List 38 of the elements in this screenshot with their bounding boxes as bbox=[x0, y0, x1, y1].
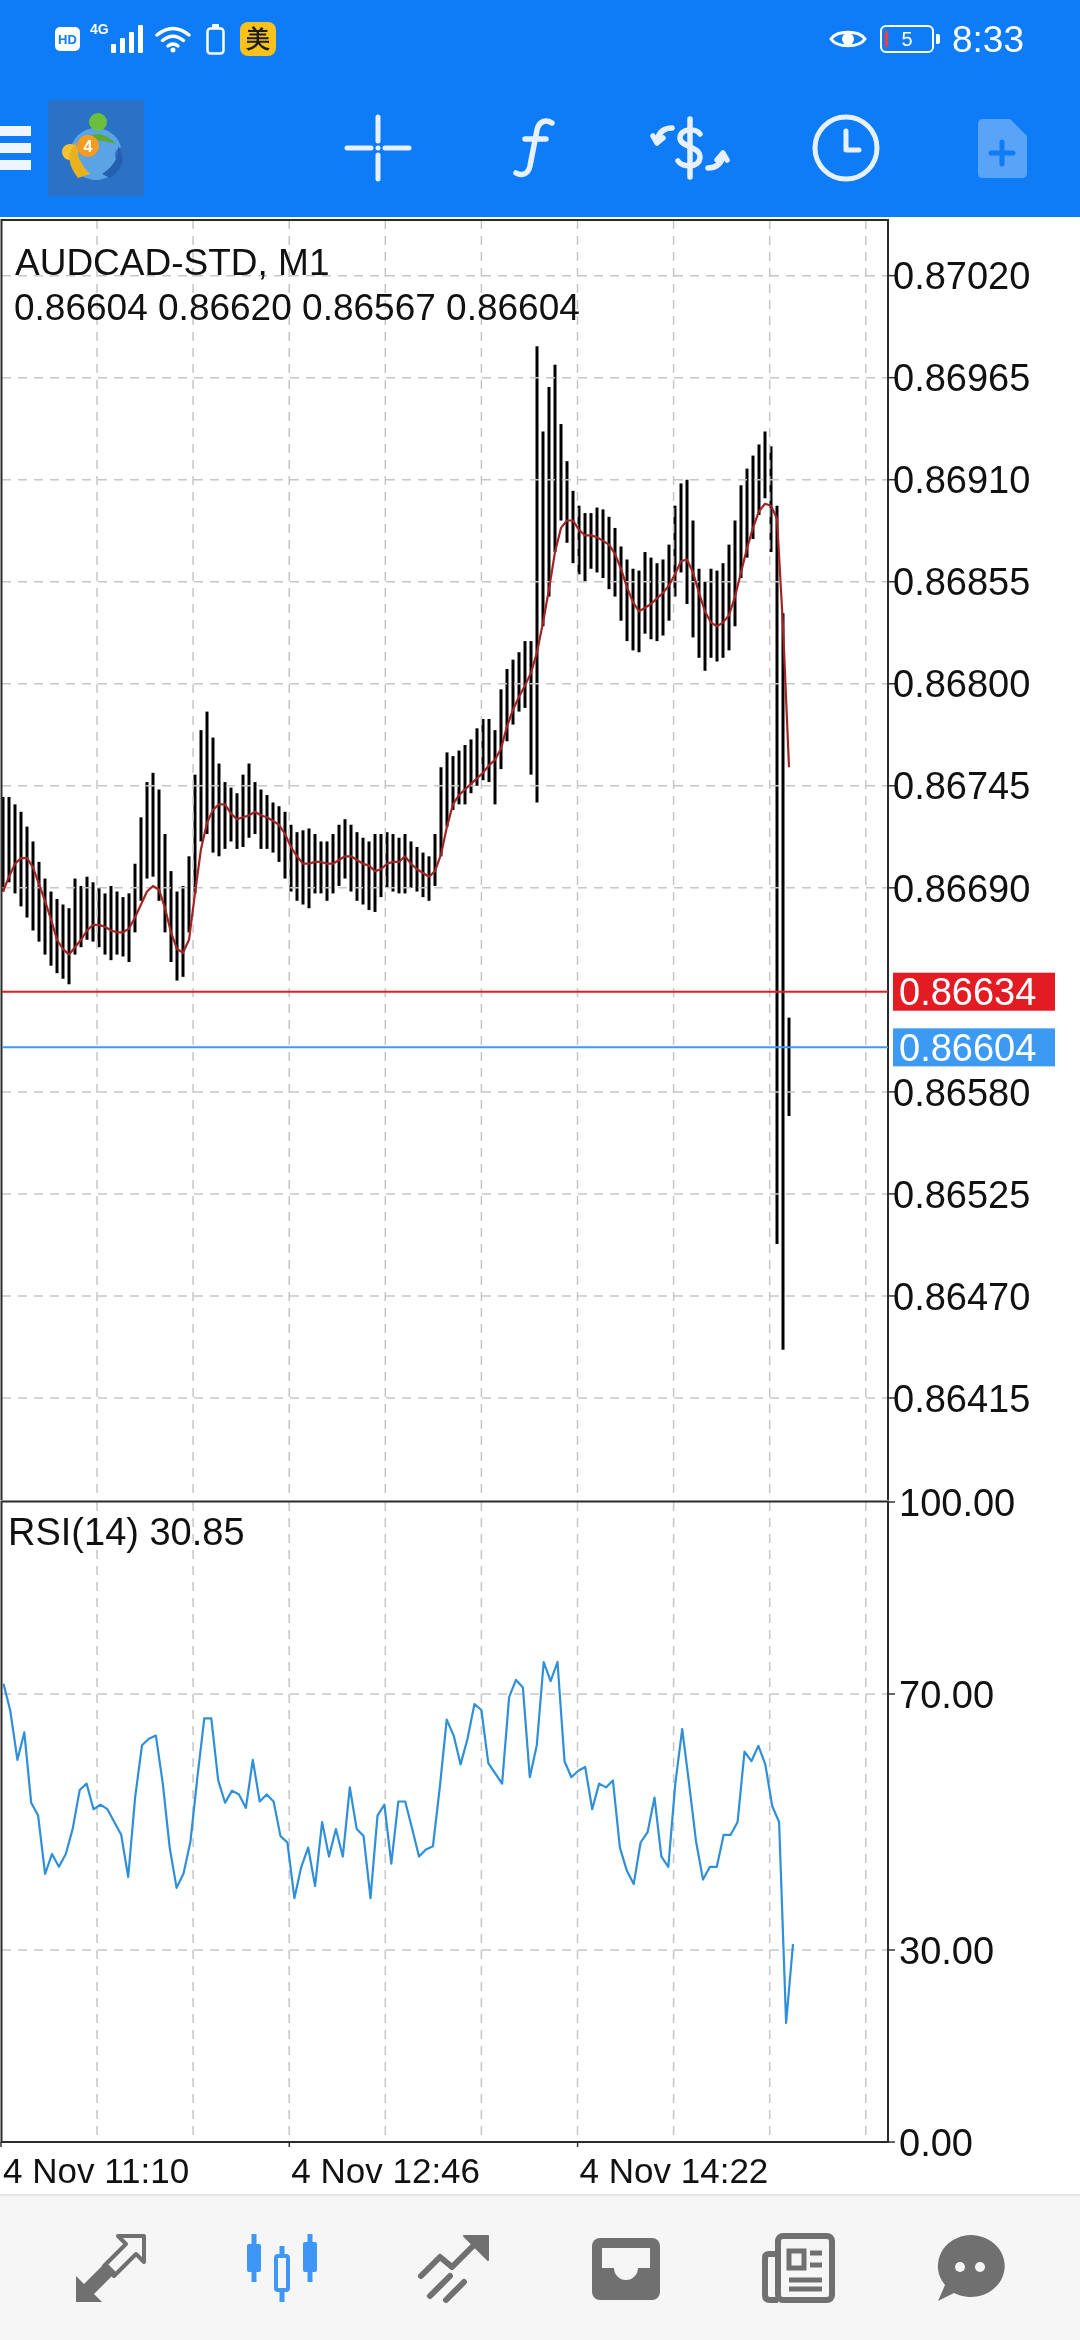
rsi-axis-label: 0.00 bbox=[899, 2121, 973, 2164]
rsi-axis-label: 100.00 bbox=[899, 1481, 1016, 1524]
price-axis-label: 0.86415 bbox=[893, 1377, 1031, 1420]
time-axis-label: 4 Nov 12:46 bbox=[291, 2150, 481, 2191]
price-axis-label: 0.86745 bbox=[893, 765, 1031, 808]
rsi-title: RSI(14) 30.85 bbox=[8, 1511, 245, 1553]
price-axis-label: 0.86965 bbox=[893, 357, 1031, 400]
battery-outline-icon bbox=[205, 23, 225, 55]
crosshair-icon bbox=[344, 113, 412, 182]
app-notification-badge: 美 bbox=[239, 22, 276, 56]
wifi-icon bbox=[154, 25, 191, 53]
price-axis-label: 0.86910 bbox=[893, 459, 1031, 502]
menu-icon[interactable] bbox=[0, 125, 31, 170]
hd-badge: HD bbox=[55, 27, 80, 51]
price-axis-label: 0.86800 bbox=[893, 663, 1031, 706]
clock-icon bbox=[812, 113, 880, 182]
price-axis-label: 0.86690 bbox=[893, 867, 1031, 910]
rsi-axis-label: 70.00 bbox=[899, 1673, 995, 1716]
ohlc-values: 0.86604 0.86620 0.86567 0.86604 bbox=[14, 287, 580, 328]
newspaper-icon bbox=[760, 2232, 836, 2304]
price-axis-label: 0.86470 bbox=[893, 1275, 1031, 1318]
price-axis-label: 0.87020 bbox=[893, 255, 1031, 298]
time-axis-label: 4 Nov 14:22 bbox=[579, 2150, 769, 2191]
time-axis-label: 4 Nov 11:10 bbox=[3, 2150, 190, 2191]
candlestick-icon bbox=[244, 2232, 320, 2304]
app-logo: 4 bbox=[48, 99, 144, 196]
trend-arrow-icon bbox=[416, 2232, 492, 2304]
price-tag: 0.86634 bbox=[893, 971, 1055, 1014]
signal-icon bbox=[110, 25, 143, 53]
chart-title: AUDCAD-STD, M1 bbox=[15, 242, 330, 283]
rsi-axis-label: 30.00 bbox=[899, 1929, 995, 1972]
status-time: 8:33 bbox=[952, 20, 1024, 58]
price-axis-label: 0.86855 bbox=[893, 561, 1031, 604]
network-type-label: 4G bbox=[90, 22, 109, 36]
price-axis-label: 0.86580 bbox=[893, 1071, 1031, 1114]
battery-indicator: 5 bbox=[880, 25, 940, 53]
function-icon bbox=[512, 116, 556, 179]
price-axis-label: 0.86525 bbox=[893, 1173, 1031, 1216]
